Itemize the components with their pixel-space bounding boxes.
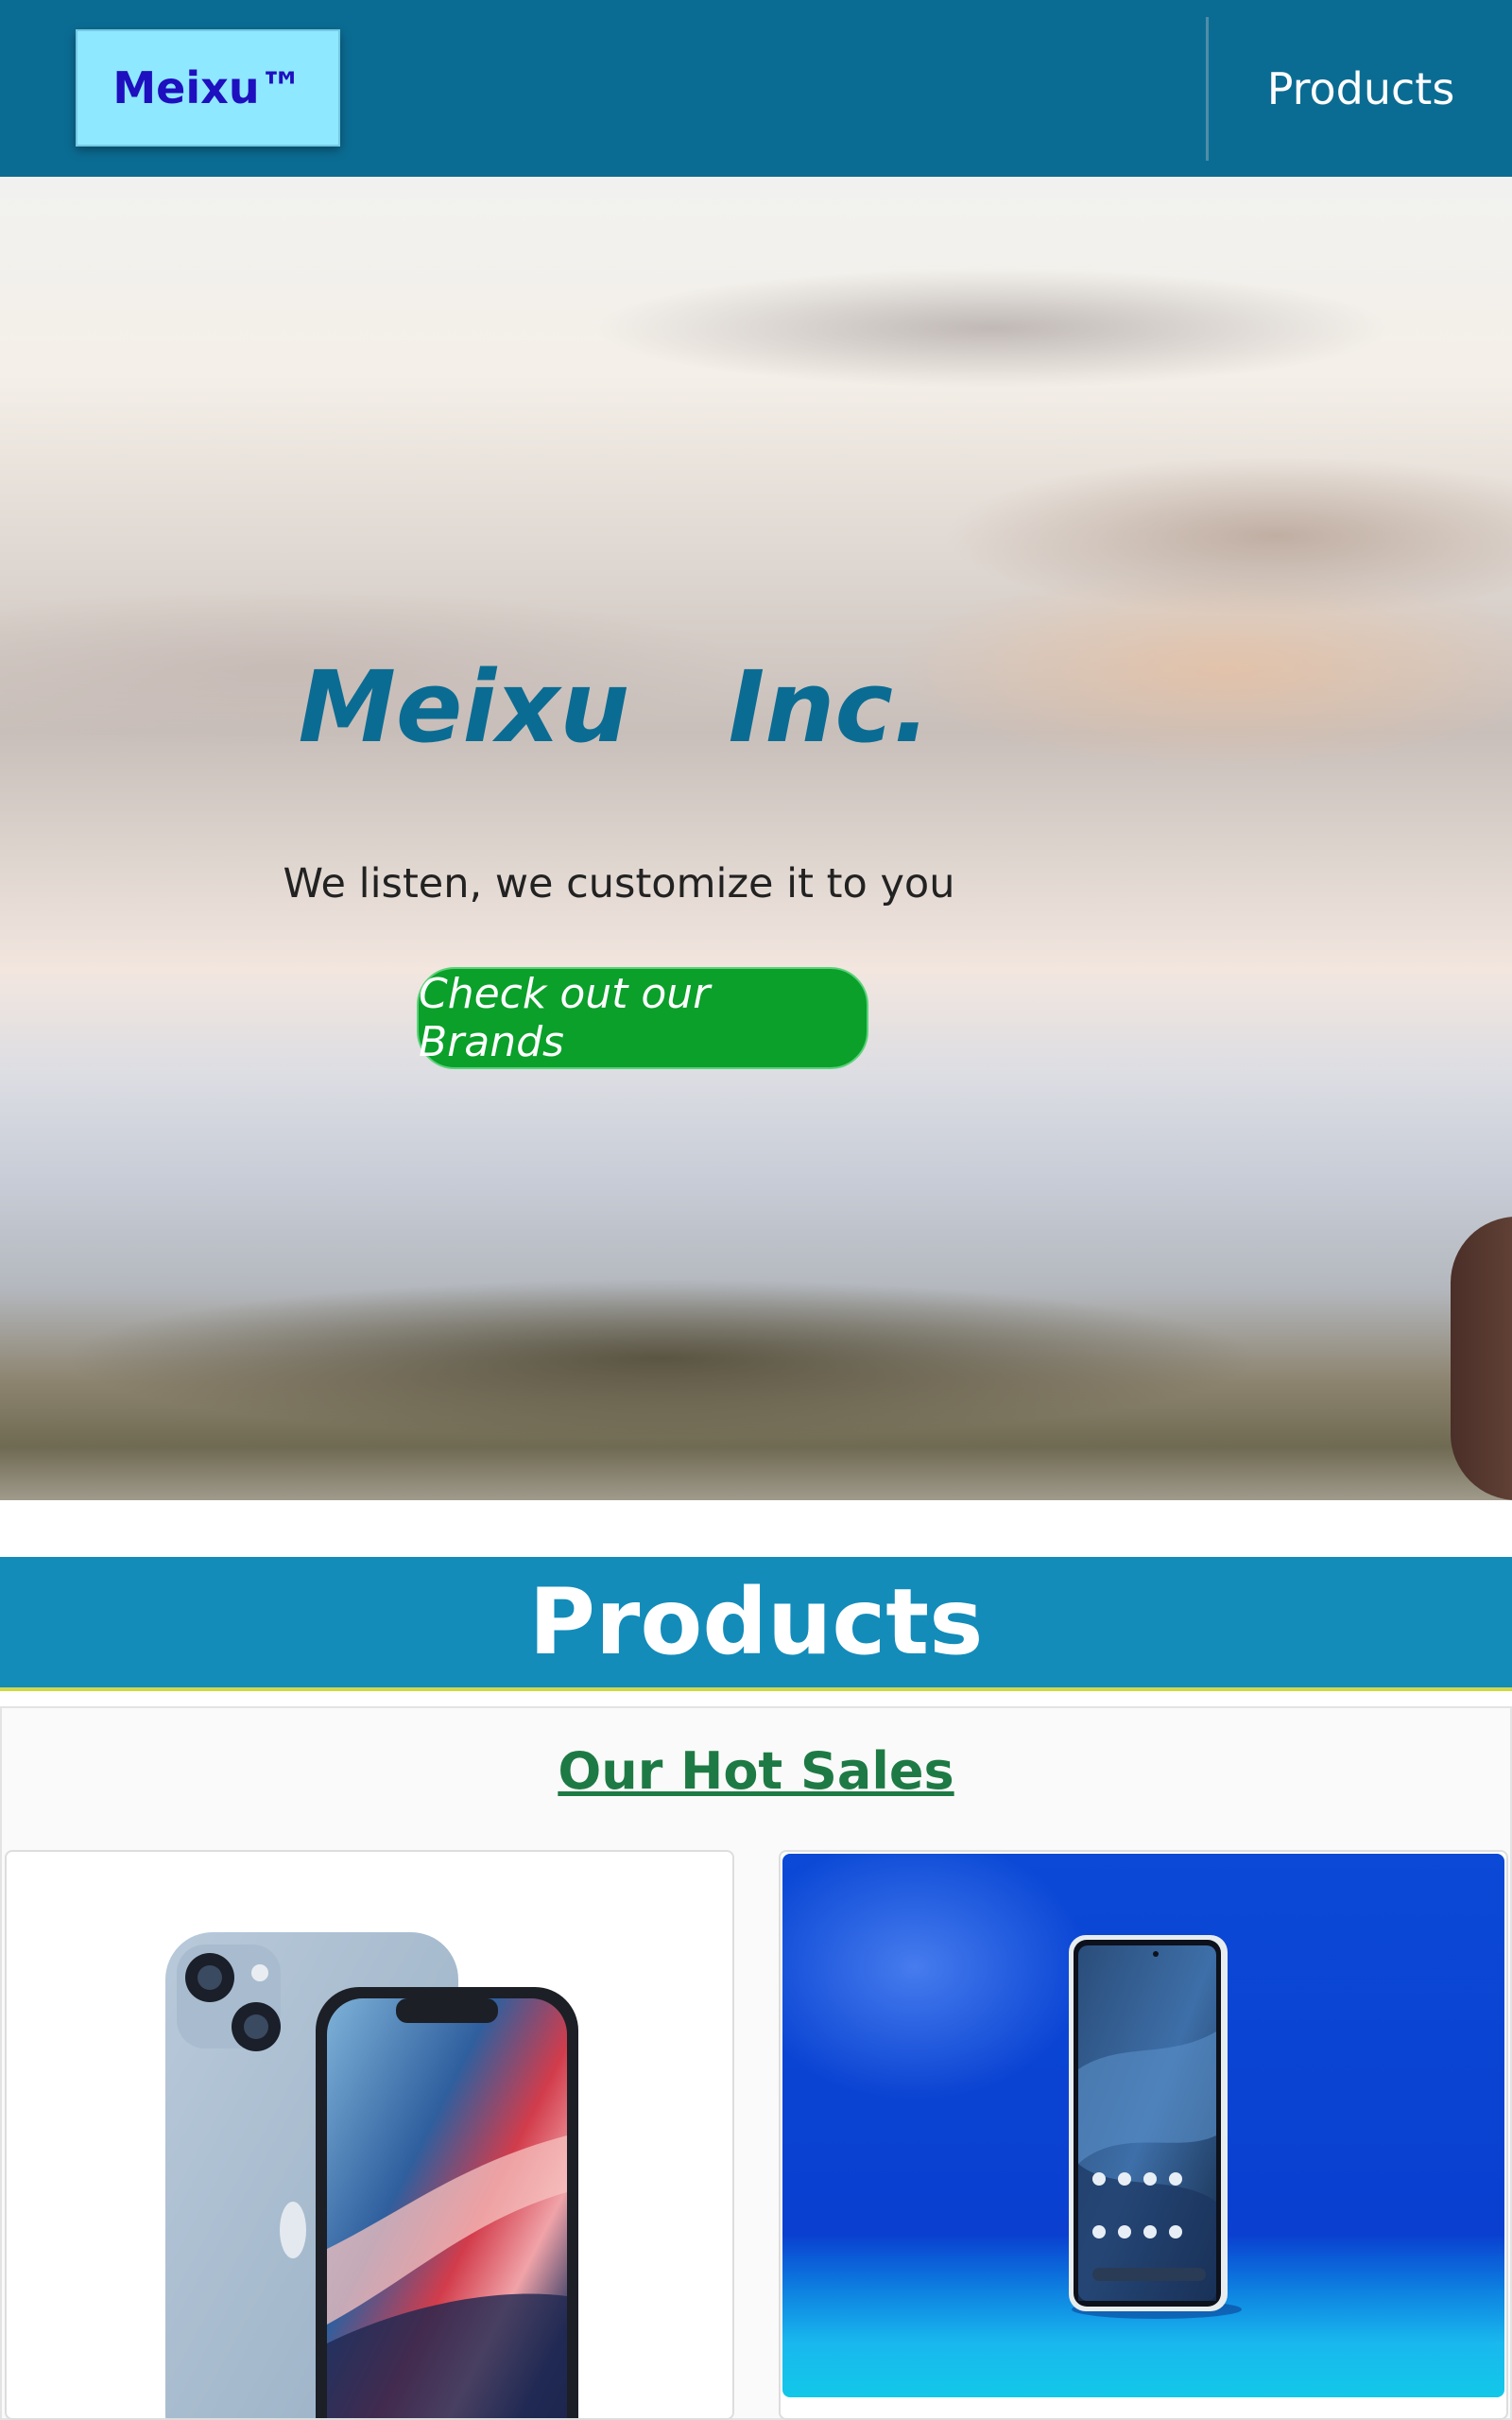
product-card-pixel[interactable] (779, 1850, 1508, 2420)
products-heading-underline (0, 1687, 1512, 1691)
hero-banner: Meixu Inc. We listen, we customize it to… (0, 177, 1512, 1500)
nav-divider (1206, 17, 1209, 161)
product-card-iphone[interactable] (5, 1850, 734, 2420)
hero-background-finger (1451, 1217, 1512, 1500)
iphone-product-image (165, 1932, 578, 2418)
products-heading: Products (0, 1557, 1512, 1687)
brand-logo-button[interactable]: Meixu™ (76, 29, 340, 147)
hero-title: Meixu Inc. (298, 649, 931, 765)
hero-subtitle: We listen, we customize it to you (283, 860, 955, 908)
check-brands-button[interactable]: Check out our Brands (417, 967, 868, 1069)
nav-link-products[interactable]: Products (1219, 0, 1503, 177)
android-phone-product-image (1069, 1935, 1242, 2319)
navbar: Meixu™ Products (0, 0, 1512, 177)
hot-sales-link[interactable]: Our Hot Sales (0, 1741, 1512, 1801)
